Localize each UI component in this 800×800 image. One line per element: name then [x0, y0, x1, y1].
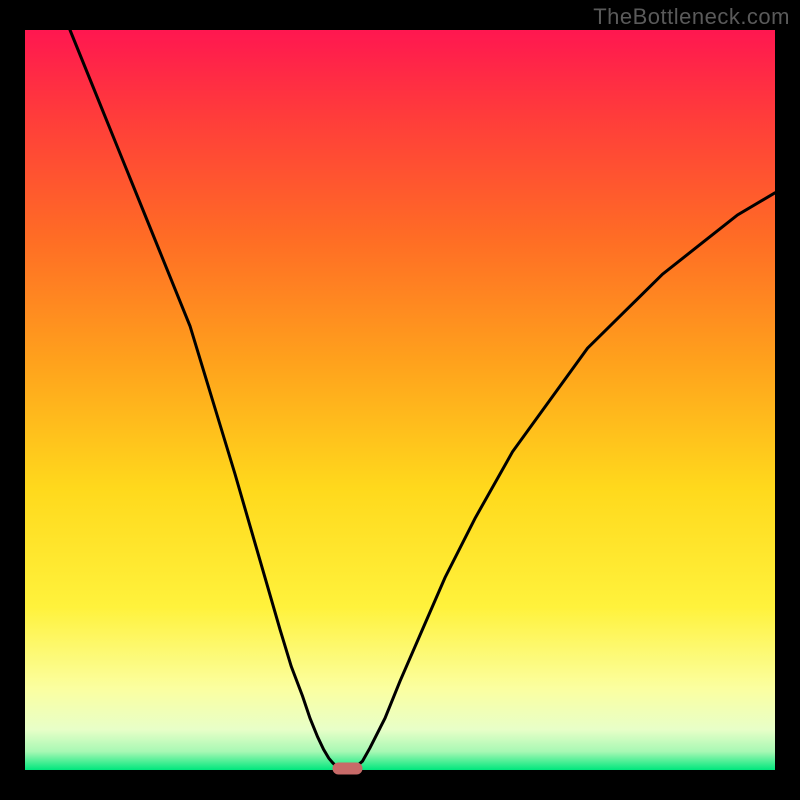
minimum-marker [333, 763, 363, 775]
chart-svg [0, 0, 800, 800]
chart-root: TheBottleneck.com [0, 0, 800, 800]
plot-background [25, 30, 775, 770]
watermark: TheBottleneck.com [593, 4, 790, 30]
